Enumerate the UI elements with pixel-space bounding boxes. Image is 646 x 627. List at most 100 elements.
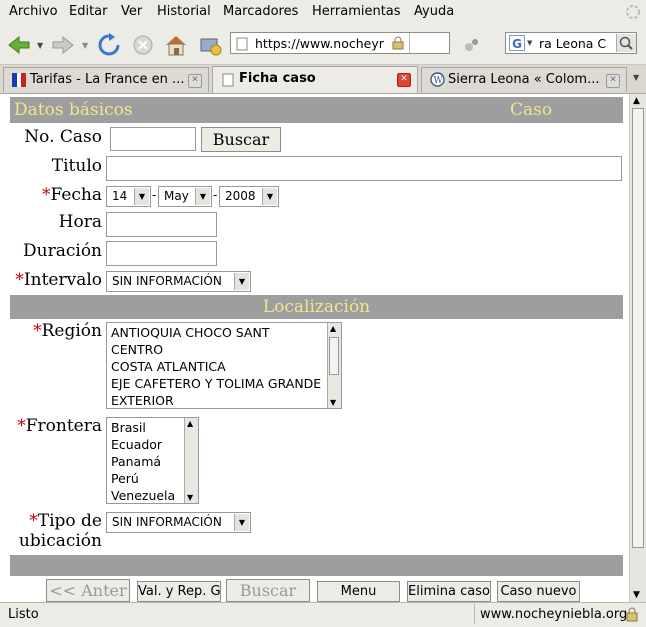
list-item[interactable]: Venezuela — [111, 488, 175, 503]
search-box[interactable]: G ▼ ra Leona C — [505, 32, 637, 54]
scroll-down-icon[interactable]: ▼ — [330, 398, 336, 407]
search-engine-icon[interactable]: G — [509, 35, 525, 51]
duracion-input[interactable] — [106, 241, 217, 266]
fecha-label: *Fecha — [14, 185, 102, 205]
section-datos-basicos: Datos básicos Caso — [10, 97, 623, 123]
tab-label: Ficha caso — [239, 71, 316, 86]
fecha-year-value: 2008 — [225, 189, 256, 203]
buscar-button[interactable]: Buscar — [226, 579, 310, 602]
titulo-input[interactable] — [106, 156, 622, 181]
frontera-listbox[interactable]: Brasil Ecuador Panamá Perú Venezuela ▲ ▼ — [106, 417, 199, 504]
region-label-text: Región — [41, 321, 102, 341]
url-divider — [409, 33, 410, 53]
fecha-year-select[interactable]: 2008 ▼ — [219, 186, 279, 207]
tab-sierra-leona[interactable]: W Sierra Leona « Colom... ✕ — [421, 67, 627, 92]
extension-icon[interactable] — [458, 32, 484, 58]
validar-reportar-button[interactable]: Val. y Rep. G — [137, 581, 221, 602]
date-separator: - — [152, 188, 157, 202]
list-item[interactable]: Ecuador — [111, 437, 162, 452]
region-scrollbar[interactable]: ▲ ▼ — [327, 323, 341, 408]
intervalo-select[interactable]: SIN INFORMACIÓN ▼ — [106, 271, 251, 292]
list-item[interactable]: Perú — [111, 471, 139, 486]
section-title: Localización — [262, 297, 371, 317]
scroll-up-icon[interactable]: ▲ — [633, 96, 640, 106]
tab-close-icon[interactable]: ✕ — [397, 73, 411, 87]
menu-button[interactable]: Menu — [317, 581, 400, 602]
scroll-thumb[interactable] — [329, 337, 339, 375]
screenshot-addon-icon[interactable] — [197, 32, 223, 58]
tab-close-icon[interactable]: ✕ — [606, 74, 620, 88]
tipo-ubicacion-label: *Tipo de — [6, 511, 102, 531]
all-tabs-icon[interactable]: ▼ — [633, 73, 639, 82]
no-caso-input[interactable] — [110, 127, 196, 151]
page-icon — [236, 37, 248, 55]
list-item[interactable]: ANTIOQUIA CHOCO SANT — [111, 325, 269, 340]
region-label: *Región — [14, 321, 102, 341]
list-item[interactable]: COSTA ATLANTICA — [111, 359, 226, 374]
tipo-ubicacion-select[interactable]: SIN INFORMACIÓN ▼ — [106, 512, 251, 533]
fecha-month-select[interactable]: May ▼ — [158, 186, 212, 207]
buscar-caso-button[interactable]: Buscar — [201, 127, 281, 152]
scroll-thumb[interactable] — [632, 108, 644, 548]
frontera-label: *Frontera — [6, 416, 102, 436]
fecha-day-select[interactable]: 14 ▼ — [106, 186, 151, 207]
search-input[interactable]: ra Leona C — [539, 36, 611, 51]
page-scrollbar[interactable]: ▲ ▼ — [629, 94, 646, 602]
menu-herramientas[interactable]: Herramientas — [312, 4, 401, 19]
back-button[interactable] — [6, 32, 32, 58]
tipo-ubicacion-value: SIN INFORMACIÓN — [112, 515, 222, 529]
titulo-label: Titulo — [51, 156, 102, 176]
menu-ver[interactable]: Ver — [121, 4, 142, 19]
scroll-down-icon[interactable]: ▼ — [187, 493, 193, 502]
forward-history-icon[interactable]: ▼ — [82, 41, 88, 50]
lock-icon[interactable] — [391, 36, 405, 54]
fecha-month-value: May — [164, 189, 189, 203]
menu-ayuda[interactable]: Ayuda — [414, 4, 454, 19]
list-item[interactable]: Brasil — [111, 420, 146, 435]
lock-icon[interactable] — [625, 606, 639, 626]
list-item[interactable]: Panamá — [111, 454, 161, 469]
list-item[interactable]: CENTRO — [111, 342, 163, 357]
scroll-down-icon[interactable]: ▼ — [633, 590, 640, 600]
menu-historial[interactable]: Historial — [157, 4, 211, 19]
dropdown-arrow-icon: ▼ — [262, 188, 277, 205]
menu-editar[interactable]: Editar — [69, 4, 108, 19]
region-listbox[interactable]: ANTIOQUIA CHOCO SANT CENTRO COSTA ATLANT… — [106, 322, 342, 409]
menu-archivo[interactable]: Archivo — [9, 4, 58, 19]
back-history-icon[interactable]: ▼ — [37, 41, 43, 50]
section-localizacion: Localización — [10, 295, 623, 319]
caso-nuevo-button[interactable]: Caso nuevo — [497, 581, 580, 602]
list-item[interactable]: EJE CAFETERO Y TOLIMA GRANDE — [111, 376, 321, 391]
url-text: https://www.nocheyr — [255, 36, 384, 51]
search-button[interactable] — [616, 34, 636, 52]
engine-dropdown-icon[interactable]: ▼ — [527, 39, 532, 47]
frontera-scrollbar[interactable]: ▲ ▼ — [184, 418, 198, 503]
svg-text:W: W — [434, 76, 444, 86]
elimina-caso-button[interactable]: Elimina caso — [407, 581, 491, 602]
menu-marcadores[interactable]: Marcadores — [223, 4, 298, 19]
tipo-label-line1: Tipo de — [37, 511, 102, 531]
hora-label: Hora — [58, 212, 102, 232]
list-item[interactable]: EXTERIOR — [111, 393, 174, 408]
tipo-ubicacion-label-line2: ubicación — [18, 531, 102, 551]
stop-button[interactable] — [130, 32, 156, 58]
home-button[interactable] — [163, 32, 189, 58]
dropdown-arrow-icon: ▼ — [195, 188, 210, 205]
tab-ficha-caso[interactable]: Ficha caso ✕ — [212, 66, 418, 93]
page-icon — [222, 73, 234, 91]
menu-bar: Archivo Editar Ver Historial Marcadores … — [0, 0, 646, 26]
url-bar[interactable]: https://www.nocheyr — [230, 32, 450, 54]
reload-button[interactable] — [96, 32, 122, 58]
required-mark: * — [29, 511, 38, 531]
intervalo-label-text: Intervalo — [23, 270, 102, 290]
forward-button[interactable] — [50, 32, 76, 58]
scroll-up-icon[interactable]: ▲ — [330, 324, 336, 333]
hora-input[interactable] — [106, 212, 217, 237]
required-mark: * — [15, 270, 24, 290]
tab-tarifas[interactable]: Tarifas - La France en ... ✕ — [3, 67, 209, 92]
anterior-button[interactable]: << Anter — [46, 579, 130, 602]
status-text: Listo — [8, 607, 39, 622]
scroll-up-icon[interactable]: ▲ — [187, 419, 193, 428]
status-bar: Listo www.nocheyniebla.org — [0, 602, 646, 627]
tab-close-icon[interactable]: ✕ — [188, 74, 202, 88]
